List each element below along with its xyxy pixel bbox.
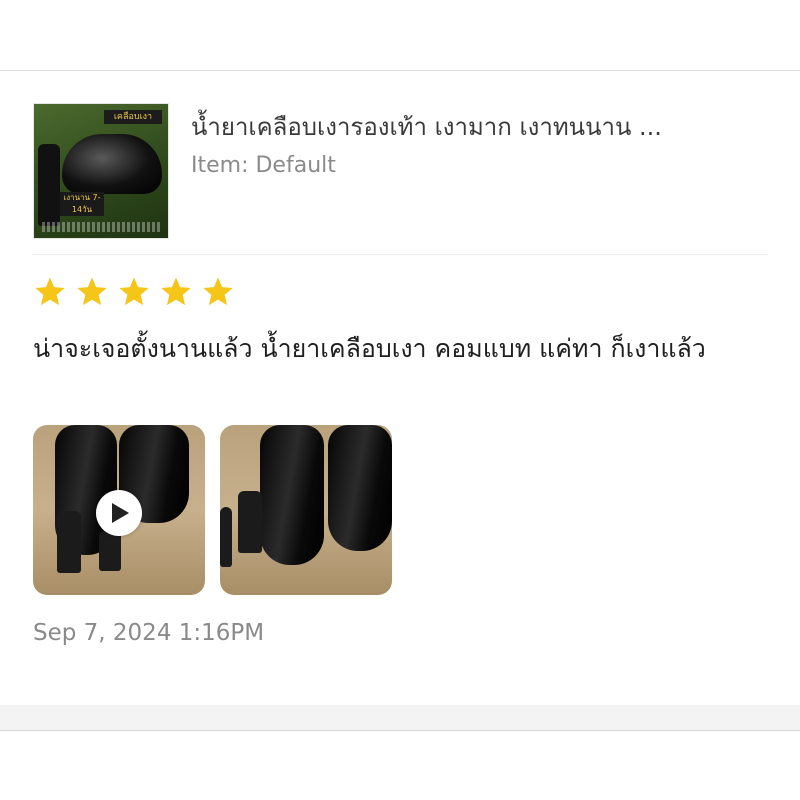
section-divider: [33, 254, 768, 255]
product-thumbnail[interactable]: เคลือบเงา เงานาน 7-14วัน: [33, 103, 169, 239]
review-timestamp: Sep 7, 2024 1:16PM: [33, 620, 265, 646]
review-image-thumbnail[interactable]: [220, 425, 392, 595]
thumbnail-bottle-image: [38, 144, 60, 226]
bottom-divider: [0, 730, 800, 731]
top-divider: [0, 70, 800, 71]
play-icon: [112, 503, 129, 523]
review-video-thumbnail[interactable]: [33, 425, 205, 595]
boot-image: [260, 425, 324, 565]
star-icon: [119, 277, 149, 306]
play-button[interactable]: [96, 490, 142, 536]
product-variant: Item: Default: [191, 153, 336, 178]
thumbnail-badge: เงานาน 7-14วัน: [60, 192, 104, 216]
star-icon: [77, 277, 107, 306]
bottle-image: [99, 531, 121, 571]
review-text: น่าจะเจอตั้งนานแล้ว น้ำยาเคลือบเงา คอมแบ…: [33, 334, 706, 363]
thumbnail-shoe-image: [62, 134, 162, 194]
product-title[interactable]: น้ำยาเคลือบเงารองเท้า เงามาก เงาทนนาน ..…: [191, 107, 791, 146]
spray-bottle-image: [57, 511, 81, 573]
bottle-image: [238, 491, 262, 553]
product-row[interactable]: เคลือบเงา เงานาน 7-14วัน น้ำยาเคลือบเงาร…: [33, 103, 773, 239]
boot-image: [328, 425, 392, 551]
star-icon: [161, 277, 191, 306]
thumbnail-fineprint: [42, 222, 160, 232]
star-icon: [203, 277, 233, 306]
star-rating: [33, 275, 243, 309]
bottle-image: [220, 507, 232, 567]
section-separator: [0, 705, 800, 730]
thumbnail-banner: เคลือบเงา: [104, 110, 162, 124]
star-icon: [35, 277, 65, 306]
